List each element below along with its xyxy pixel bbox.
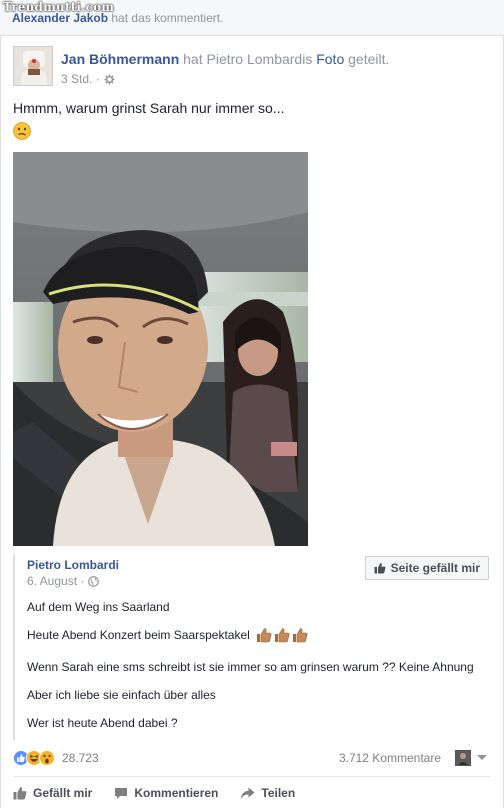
author-name-link[interactable]: Jan Böhmermann	[61, 51, 179, 67]
thumbs-up-emoji-icon	[256, 627, 308, 643]
shared-text-line-1: Auf dem Weg ins Saarland	[27, 600, 170, 614]
actions-divider	[13, 776, 491, 777]
original-author-link[interactable]: Pietro Lombardi	[27, 558, 119, 572]
author-avatar[interactable]	[13, 46, 53, 86]
chevron-down-icon[interactable]	[477, 755, 487, 760]
shared-photo[interactable]	[13, 152, 308, 546]
post-header: Jan Böhmermann hat Pietro Lombardis Foto…	[13, 46, 493, 90]
comment-button-label: Kommentieren	[134, 786, 219, 800]
shared-text-line-3: Wenn Sarah eine sms schreibt ist sie imm…	[27, 660, 474, 674]
watermark: Trendmutti.com	[3, 0, 115, 14]
like-button-label: Gefällt mir	[33, 786, 93, 800]
share-button-label: Teilen	[261, 786, 296, 800]
wow-reaction-icon	[39, 750, 55, 766]
post-timestamp[interactable]: 3 Std. ·	[61, 72, 100, 86]
like-page-button[interactable]: Seite gefällt mir	[364, 556, 489, 580]
notice-text: hat das kommentiert.	[108, 11, 224, 25]
like-button[interactable]: Gefällt mir	[13, 786, 92, 800]
post-meta: 3 Std. ·	[61, 72, 115, 86]
original-post-date[interactable]: 6. August ·	[27, 574, 84, 588]
reactions-count[interactable]: 28.723	[62, 751, 99, 765]
comments-count[interactable]: 3.712 Kommentare	[339, 751, 441, 765]
thumbs-up-icon	[374, 563, 386, 574]
shared-text-line-4: Aber ich liebe sie einfach über alles	[27, 688, 216, 702]
reaction-icons	[13, 750, 55, 766]
post-actions: Gefällt mir Kommentieren Teilen	[13, 780, 491, 806]
shared-text-line-5: Wer ist heute Abend dabei ?	[27, 716, 178, 730]
reactions-summary[interactable]: 28.723 3.712 Kommentare	[13, 746, 491, 770]
gear-icon[interactable]	[104, 73, 115, 85]
globe-icon	[88, 575, 100, 587]
share-icon	[240, 787, 255, 799]
viewer-avatar[interactable]	[455, 750, 471, 766]
comment-icon	[115, 787, 128, 799]
shared-text-line-2: Heute Abend Konzert beim Saarspektakel	[27, 627, 308, 643]
confused-face-icon	[13, 122, 31, 140]
post-card: Jan Böhmermann hat Pietro Lombardis Foto…	[0, 36, 504, 808]
shared-original-post: Pietro Lombardi 6. August · Seite gefäll…	[13, 554, 493, 740]
original-post-meta: 6. August ·	[27, 574, 100, 588]
action-end: geteilt.	[344, 51, 390, 67]
thumbs-up-icon	[13, 787, 27, 800]
shared-text-line-2-text: Heute Abend Konzert beim Saarspektakel	[27, 628, 250, 642]
post-text: Hmmm, warum grinst Sarah nur immer so...	[13, 100, 285, 116]
action-text: hat Pietro Lombardis	[179, 51, 317, 67]
post-actor-line: Jan Böhmermann hat Pietro Lombardis Foto…	[61, 51, 389, 67]
share-button[interactable]: Teilen	[240, 786, 295, 800]
photo-link[interactable]: Foto	[316, 51, 344, 67]
comment-button[interactable]: Kommentieren	[114, 786, 218, 800]
like-page-label: Seite gefällt mir	[390, 561, 480, 575]
